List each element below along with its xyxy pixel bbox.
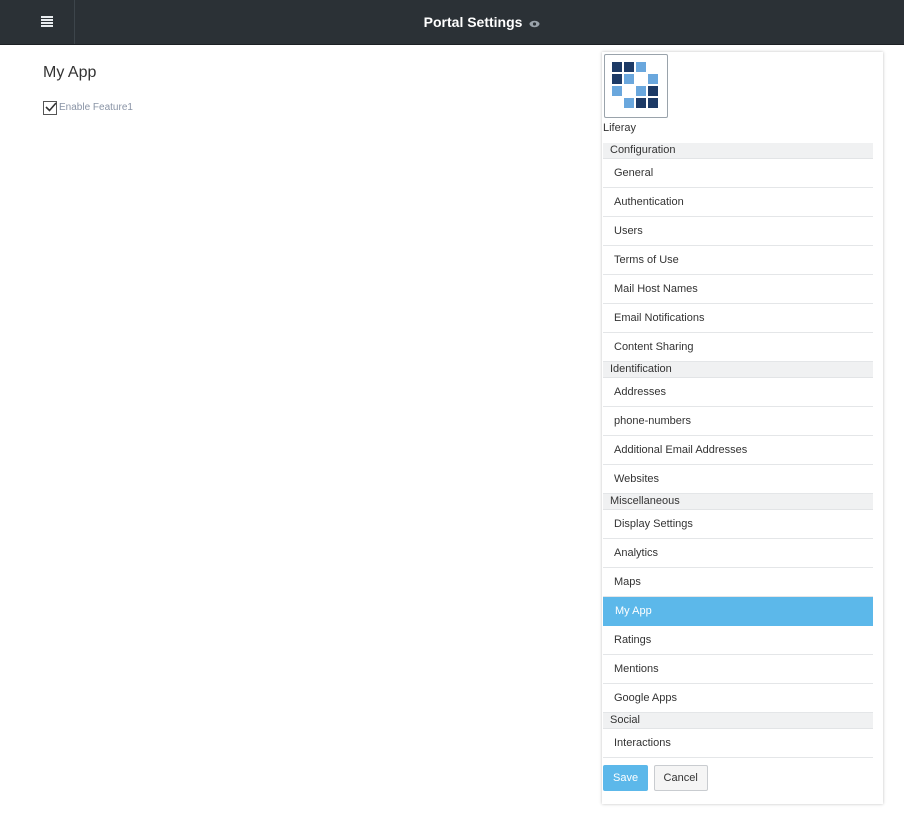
app-title: My App — [43, 64, 97, 81]
nav-item-addresses[interactable]: Addresses — [603, 378, 873, 407]
logo-tile — [648, 86, 658, 96]
nav-item-interactions[interactable]: Interactions — [603, 729, 873, 758]
settings-nav: Configuration General Authentication Users T… — [603, 143, 873, 758]
nav-item-terms-of-use[interactable]: Terms of Use — [603, 246, 873, 275]
nav-section-header: Social — [603, 713, 873, 729]
cancel-button[interactable]: Cancel — [653, 765, 708, 791]
nav-section-header: Miscellaneous — [603, 494, 873, 510]
nav-item-authentication[interactable]: Authentication — [603, 188, 873, 217]
nav-item-phone-numbers[interactable]: phone-numbers — [603, 407, 873, 436]
enable-feature1-label[interactable]: Enable Feature1 — [59, 102, 133, 113]
nav-item-analytics[interactable]: Analytics — [603, 539, 873, 568]
nav-item-display-settings[interactable]: Display Settings — [603, 510, 873, 539]
settings-panel: Liferay Configuration General Authenticati… — [602, 52, 883, 804]
logo-tile — [648, 98, 658, 108]
page-title: Portal Settings — [0, 0, 904, 45]
nav-item-maps[interactable]: Maps — [603, 568, 873, 597]
logo-tile — [612, 74, 622, 84]
logo-tile — [612, 86, 622, 96]
enable-feature1-checkbox[interactable] — [43, 100, 57, 115]
nav-item-mail-host-names[interactable]: Mail Host Names — [603, 275, 873, 304]
logo-tile — [648, 74, 658, 84]
logo-tile — [624, 74, 634, 84]
company-logo — [604, 54, 668, 118]
top-bar: Portal Settings — [0, 0, 904, 45]
save-button[interactable]: Save — [603, 765, 649, 791]
nav-item-additional-email-addresses[interactable]: Additional Email Addresses — [603, 436, 873, 465]
eye-icon[interactable] — [529, 1, 540, 45]
logo-tile — [612, 62, 622, 72]
logo-tile — [624, 98, 634, 108]
page-title-text: Portal Settings — [423, 14, 523, 30]
company-name: Liferay — [603, 122, 637, 134]
nav-section-header: Configuration — [603, 143, 873, 159]
nav-item-google-apps[interactable]: Google Apps — [603, 684, 873, 713]
nav-item-mentions[interactable]: Mentions — [603, 655, 873, 684]
nav-item-content-sharing[interactable]: Content Sharing — [603, 333, 873, 362]
nav-item-users[interactable]: Users — [603, 217, 873, 246]
logo-tile — [624, 62, 634, 72]
nav-item-my-app[interactable]: My App — [603, 597, 873, 626]
nav-item-email-notifications[interactable]: Email Notifications — [603, 304, 873, 333]
form-buttons: Save Cancel — [603, 765, 708, 791]
nav-section-header: Identification — [603, 362, 873, 378]
nav-item-general[interactable]: General — [603, 159, 873, 188]
nav-item-ratings[interactable]: Ratings — [603, 626, 873, 655]
nav-item-websites[interactable]: Websites — [603, 465, 873, 494]
logo-tile — [636, 62, 646, 72]
feature-row: Enable Feature1 — [43, 99, 133, 115]
logo-tile — [636, 86, 646, 96]
logo-tile — [636, 98, 646, 108]
